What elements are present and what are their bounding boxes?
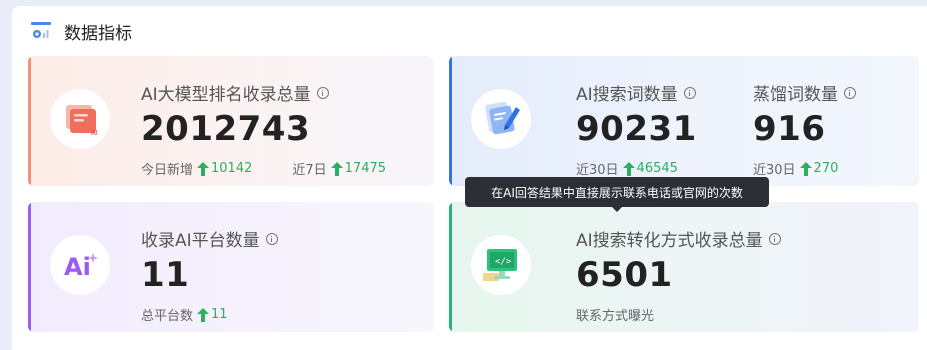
sub-label-today: 今日新增 [141,163,194,178]
card-ai-platforms: Ai 收录AI平台数量 11 总平台数 11 [28,202,434,332]
ai-logo-icon: Ai [50,235,110,295]
info-tooltip: 在AI回答结果中直接展示联系电话或官网的次数 [465,177,769,212]
svg-text:</>: </> [495,257,512,267]
info-icon[interactable] [316,86,329,99]
panel-header: 数据指标 [30,16,132,46]
sub-value-7d: 17475 [344,161,387,176]
metric-model-ranking: AI大模型排名收录总量 2012743 今日新增 10142 近7日 17475 [141,80,386,178]
up-arrow-icon [330,161,343,176]
metric-value: 11 [141,255,190,295]
card-accent-bar [449,202,452,332]
card-search-words: AI搜索词数量 90231 近30日 46545 蒸馏词数量 916 近30日 [449,56,919,186]
card-accent-bar [449,56,452,186]
card-model-ranking: AI AI大模型排名收录总量 2012743 今日新增 10142 近7日 17… [28,56,434,186]
metric-conversion: AI搜索转化方式收录总量 6501 联系方式曝光 [576,226,781,324]
info-icon[interactable] [768,232,781,245]
sub-label-7d: 近7日 [292,163,327,178]
sub-label: 联系方式曝光 [576,309,655,324]
dashboard-icon [30,20,52,42]
up-arrow-icon [799,161,812,176]
metric-value: 2012743 [141,109,311,149]
metric-distill-words: 蒸馏词数量 916 近30日 270 [753,80,856,178]
metric-label: AI搜索词数量 [576,85,678,105]
sub-label: 总平台数 [141,309,194,324]
metric-label: AI搜索转化方式收录总量 [576,231,763,251]
info-icon[interactable] [265,232,278,245]
card-conversion: </> AI搜索转化方式收录总量 6501 联系方式曝光 [449,202,919,332]
card-accent-bar [28,56,31,186]
metric-label: AI大模型排名收录总量 [141,85,311,105]
up-arrow-icon [622,161,635,176]
sub-value-today: 10142 [211,161,253,176]
info-icon[interactable] [844,86,856,99]
metric-ai-platforms: 收录AI平台数量 11 总平台数 11 [141,226,278,324]
metric-value: 90231 [576,109,697,149]
sub-value: 46545 [636,161,678,176]
svg-text:Ai: Ai [64,253,91,280]
page-title: 数据指标 [64,23,132,44]
info-icon[interactable] [683,86,696,99]
svg-text:AI: AI [91,129,98,137]
sub-value: 270 [813,161,839,176]
metric-label: 收录AI平台数量 [141,231,260,251]
card-accent-bar [28,202,31,332]
monitor-code-icon: </> [471,235,531,295]
sub-label: 近30日 [753,163,796,178]
metric-ai-search-words: AI搜索词数量 90231 近30日 46545 [576,80,697,178]
up-arrow-icon [197,161,210,176]
search-pen-icon [471,89,531,149]
metric-label: 蒸馏词数量 [753,85,838,105]
ranking-doc-icon: AI [50,89,110,149]
metric-value: 916 [753,109,826,149]
sub-label: 近30日 [576,163,619,178]
up-arrow-icon [197,307,210,322]
metric-value: 6501 [576,255,673,295]
sub-value: 11 [211,307,228,322]
